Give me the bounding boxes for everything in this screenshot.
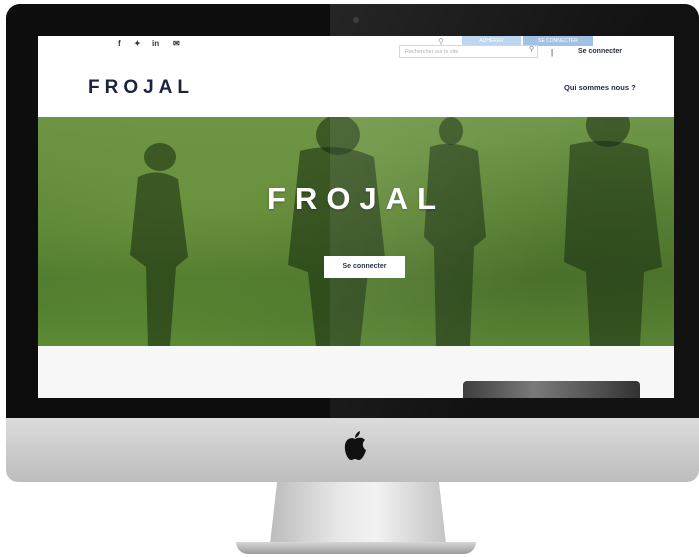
hero-banner: FROJAL Se connecter	[38, 117, 674, 346]
hero-title: FROJAL	[267, 181, 445, 216]
login-link[interactable]: Se connecter	[578, 48, 622, 55]
top-utility-bar: f ✦ in ✉ ⚲ ADHÉRER SE CONNECTER Recherch…	[38, 36, 674, 63]
site-header: FROJAL Qui sommes nous ?	[38, 62, 674, 117]
facebook-icon[interactable]: f	[118, 39, 121, 48]
site-logo[interactable]: FROJAL	[88, 77, 194, 99]
monitor-stand-base	[236, 542, 476, 554]
search-icon[interactable]: ⚲	[529, 45, 534, 53]
shadow-silhouettes-image	[130, 117, 662, 346]
twitter-icon[interactable]: ✦	[134, 39, 141, 48]
article-thumbnail-image[interactable]	[463, 381, 640, 398]
hero-login-button[interactable]: Se connecter	[324, 256, 405, 278]
email-icon[interactable]: ✉	[173, 39, 180, 48]
apple-icon	[344, 431, 366, 460]
content-section	[38, 346, 674, 398]
divider: |	[551, 48, 554, 57]
monitor-stand	[270, 482, 446, 544]
search-input[interactable]: Rechercher sur le site	[399, 45, 538, 58]
camera-icon	[353, 17, 359, 23]
nav-item-about[interactable]: Qui sommes nous ?	[564, 83, 636, 92]
website-screen: f ✦ in ✉ ⚲ ADHÉRER SE CONNECTER Recherch…	[38, 36, 674, 398]
linkedin-icon[interactable]: in	[152, 39, 159, 48]
